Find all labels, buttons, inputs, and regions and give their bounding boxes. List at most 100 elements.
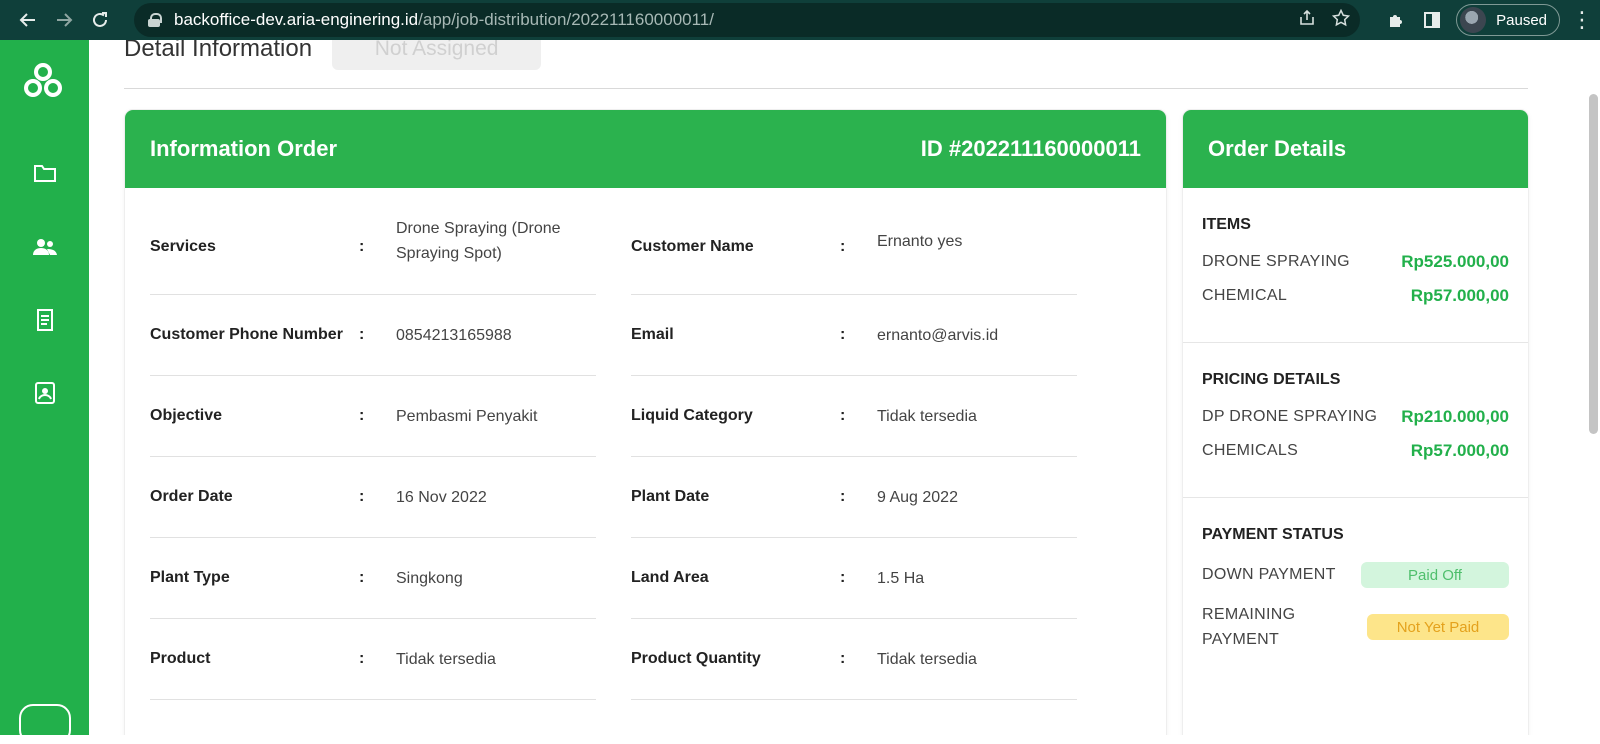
field-label: Plant Type — [150, 569, 230, 586]
down-payment-label: DOWN PAYMENT — [1202, 566, 1336, 583]
field-product-quantity: Product Quantity : Tidak tersedia — [631, 619, 1077, 700]
browser-toolbar: backoffice-dev.aria-enginering.id/app/jo… — [0, 0, 1600, 40]
back-arrow-icon[interactable] — [10, 4, 46, 36]
scrollbar-thumb[interactable] — [1589, 94, 1598, 434]
page-title: Detail Information — [124, 40, 313, 62]
field-colon: : — [840, 488, 846, 505]
lock-icon — [148, 13, 162, 27]
app-logo-icon[interactable] — [22, 60, 64, 100]
section-title: ITEMS — [1202, 216, 1251, 233]
field-label: Plant Date — [631, 488, 710, 505]
field-label: Customer Name — [631, 238, 754, 255]
field-label: Email — [631, 326, 674, 343]
field-services: Services : Drone Spraying (Drone Sprayin… — [150, 188, 596, 295]
field-customer-name: Customer Name : Ernanto yes — [631, 188, 1077, 295]
section-title: PRICING DETAILS — [1202, 371, 1341, 388]
field-value: Tidak tersedia — [877, 650, 977, 668]
field-label: Customer Phone Number — [150, 326, 343, 343]
field-colon: : — [359, 407, 365, 424]
field-colon: : — [840, 407, 846, 424]
information-order-header: Information Order ID #202211160000011 — [125, 110, 1166, 188]
field-colon: : — [359, 650, 365, 667]
information-order-card: Information Order ID #202211160000011 Se… — [125, 110, 1166, 735]
profile-status: Paused — [1496, 11, 1547, 29]
side-panel-icon[interactable] — [1414, 4, 1450, 36]
field-colon: : — [840, 326, 846, 343]
order-details-card: Order Details ITEMS DRONE SPRAYING Rp525… — [1183, 110, 1528, 735]
reload-icon[interactable] — [82, 4, 118, 36]
field-label: Services — [150, 238, 216, 255]
remaining-payment-label: REMAINING PAYMENT — [1202, 606, 1296, 648]
field-colon: : — [840, 238, 846, 255]
section-title: PAYMENT STATUS — [1202, 526, 1344, 543]
divider — [124, 88, 1528, 89]
profile-button[interactable]: Paused — [1456, 4, 1560, 36]
field-value: 9 Aug 2022 — [877, 488, 958, 506]
field-plant-type: Plant Type : Singkong — [150, 538, 596, 619]
item-name: DP DRONE SPRAYING — [1202, 408, 1378, 425]
field-colon: : — [359, 488, 365, 505]
field-plant-date: Plant Date : 9 Aug 2022 — [631, 457, 1077, 538]
folder-icon[interactable] — [32, 160, 58, 186]
order-id: ID #202211160000011 — [920, 136, 1141, 161]
list-item: DP DRONE SPRAYING Rp210.000,00 — [1202, 407, 1509, 427]
users-icon[interactable] — [32, 234, 58, 260]
field-value: Pembasmi Penyakit — [396, 407, 538, 425]
field-value: Tidak tersedia — [396, 650, 496, 668]
extensions-puzzle-icon[interactable] — [1378, 4, 1414, 36]
field-value: ernanto@arvis.id — [877, 326, 999, 344]
item-amount: Rp210.000,00 — [1401, 407, 1509, 426]
items-section: ITEMS DRONE SPRAYING Rp525.000,00 CHEMIC… — [1183, 188, 1528, 343]
page-header: Detail Information Not Assigned — [124, 40, 542, 70]
field-label: Land Area — [631, 569, 709, 586]
list-item: REMAINING PAYMENT Not Yet Paid — [1202, 602, 1509, 652]
field-colon: : — [359, 326, 365, 343]
field-value: Singkong — [396, 569, 463, 587]
paid-status-badge: Paid Off — [1361, 562, 1509, 588]
main-content: Detail Information Not Assigned Informat… — [89, 40, 1600, 735]
list-item: DRONE SPRAYING Rp525.000,00 — [1202, 252, 1509, 272]
item-name: DRONE SPRAYING — [1202, 253, 1350, 270]
field-value: 16 Nov 2022 — [396, 488, 487, 506]
list-item: DOWN PAYMENT Paid Off — [1202, 562, 1509, 588]
bookmark-star-icon[interactable] — [1331, 8, 1351, 32]
list-item: CHEMICALS Rp57.000,00 — [1202, 441, 1509, 461]
url-host: backoffice-dev.aria-enginering.id — [174, 10, 419, 29]
item-name: CHEMICALS — [1202, 442, 1299, 459]
field-value: 0854213165988 — [396, 326, 512, 344]
item-name: CHEMICAL — [1202, 287, 1288, 304]
field-colon: : — [840, 650, 846, 667]
list-item: CHEMICAL Rp57.000,00 — [1202, 286, 1509, 306]
item-amount: Rp525.000,00 — [1401, 252, 1509, 271]
order-details-title: Order Details — [1208, 136, 1347, 161]
field-value: Ernanto yes — [877, 232, 963, 250]
sidebar-toggle-button[interactable] — [19, 704, 71, 744]
item-amount: Rp57.000,00 — [1410, 441, 1509, 460]
order-details-header: Order Details — [1183, 110, 1528, 188]
field-liquid-category: Liquid Category : Tidak tersedia — [631, 376, 1077, 457]
address-bar[interactable]: backoffice-dev.aria-enginering.id/app/jo… — [134, 3, 1360, 37]
field-email: Email : ernanto@arvis.id — [631, 295, 1077, 376]
unpaid-status-badge: Not Yet Paid — [1367, 614, 1509, 640]
field-colon: : — [359, 569, 365, 586]
item-amount: Rp57.000,00 — [1410, 286, 1509, 305]
field-customer-phone: Customer Phone Number : 0854213165988 — [150, 295, 596, 376]
url-path: /app/job-distribution/202211160000011/ — [418, 10, 714, 29]
avatar — [1460, 7, 1487, 33]
field-value: 1.5 Ha — [877, 569, 925, 587]
information-order-title: Information Order — [150, 136, 338, 161]
field-colon: : — [840, 569, 846, 586]
forward-arrow-icon[interactable] — [46, 4, 82, 36]
payment-status-section: PAYMENT STATUS DOWN PAYMENT Paid Off REM… — [1183, 498, 1528, 688]
field-label: Product — [150, 650, 211, 667]
more-menu-icon[interactable]: ⋮ — [1570, 7, 1594, 33]
document-icon[interactable] — [32, 307, 58, 333]
pricing-section: PRICING DETAILS DP DRONE SPRAYING Rp210.… — [1183, 343, 1528, 498]
status-badge: Not Assigned — [332, 40, 542, 70]
field-label: Objective — [150, 407, 223, 424]
contact-card-icon[interactable] — [32, 380, 58, 406]
field-value: Tidak tersedia — [877, 407, 977, 425]
scrollbar[interactable] — [1586, 40, 1600, 735]
sidebar — [0, 40, 89, 744]
share-icon[interactable] — [1298, 9, 1316, 32]
